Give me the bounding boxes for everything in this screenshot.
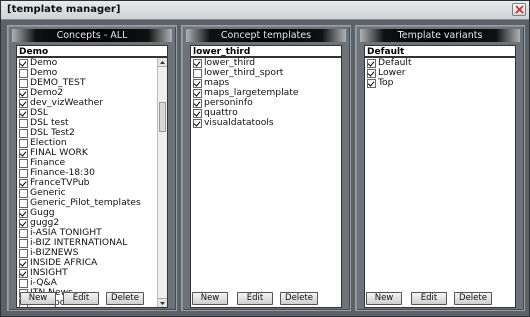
panel-header: Concept templates — [186, 29, 346, 42]
checkbox-unchecked-icon[interactable] — [19, 199, 28, 208]
templates-button-row: New Edit Delete — [182, 292, 350, 306]
concepts-button-row: New Edit Delete — [8, 292, 176, 306]
templates-list[interactable]: lower_third lower_third_sport maps maps_lar… — [190, 57, 342, 308]
checkbox-checked-icon[interactable] — [367, 69, 376, 78]
checkbox-unchecked-icon[interactable] — [19, 69, 28, 78]
checkbox-checked-icon[interactable] — [193, 119, 202, 128]
concepts-panel: Concepts - ALL Demo Demo Demo DEMO_TEST Dem… — [7, 25, 177, 311]
delete-variant-button[interactable]: Delete — [454, 292, 492, 305]
checkbox-checked-icon[interactable] — [19, 209, 28, 218]
checkbox-unchecked-icon[interactable] — [19, 229, 28, 238]
scroll-thumb[interactable] — [159, 102, 166, 132]
template-variants-panel: Template variants Default Default Lower To… — [355, 25, 525, 311]
new-variant-button[interactable]: New — [366, 292, 402, 305]
edit-template-button[interactable]: Edit — [237, 292, 273, 305]
checkbox-checked-icon[interactable] — [19, 99, 28, 108]
checkbox-unchecked-icon[interactable] — [19, 169, 28, 178]
panel-header: Concepts - ALL — [12, 29, 172, 42]
new-template-button[interactable]: New — [192, 292, 228, 305]
checkbox-unchecked-icon[interactable] — [19, 119, 28, 128]
list-item[interactable]: visualdatatools — [191, 118, 341, 128]
concepts-list[interactable]: Demo Demo DEMO_TEST Demo2 dev_vizWeather DSL D… — [16, 57, 168, 308]
checkbox-unchecked-icon[interactable] — [19, 159, 28, 168]
checkbox-unchecked-icon[interactable] — [19, 189, 28, 198]
checkbox-checked-icon[interactable] — [193, 79, 202, 88]
selected-template[interactable]: lower_third — [190, 45, 342, 57]
edit-variant-button[interactable]: Edit — [411, 292, 447, 305]
checkbox-unchecked-icon[interactable] — [193, 69, 202, 78]
close-button[interactable] — [512, 3, 526, 16]
checkbox-checked-icon[interactable] — [367, 79, 376, 88]
checkbox-checked-icon[interactable] — [367, 59, 376, 68]
title-bar: [template manager] — [1, 1, 529, 20]
window-title: [template manager] — [7, 4, 121, 15]
checkbox-checked-icon[interactable] — [19, 89, 28, 98]
concept-templates-panel: Concept templates lower_third lower_thir… — [181, 25, 351, 311]
scroll-up-button[interactable] — [158, 58, 167, 67]
list-item-label: Top — [378, 77, 394, 88]
chevron-up-icon — [160, 61, 165, 64]
list-item[interactable]: Top — [365, 78, 515, 88]
checkbox-checked-icon[interactable] — [19, 269, 28, 278]
checkbox-checked-icon[interactable] — [193, 109, 202, 118]
variants-list[interactable]: Default Lower Top — [364, 57, 516, 308]
checkbox-unchecked-icon[interactable] — [19, 249, 28, 258]
checkbox-checked-icon[interactable] — [193, 99, 202, 108]
checkbox-checked-icon[interactable] — [19, 259, 28, 268]
checkbox-checked-icon[interactable] — [19, 59, 28, 68]
checkbox-unchecked-icon[interactable] — [19, 239, 28, 248]
checkbox-checked-icon[interactable] — [19, 179, 28, 188]
new-concept-button[interactable]: New — [20, 292, 56, 305]
close-icon — [515, 5, 524, 14]
panel-header-label: Template variants — [397, 30, 483, 41]
panel-header-label: Concepts - ALL — [56, 30, 128, 41]
panel-header: Template variants — [360, 29, 520, 42]
selected-concept[interactable]: Demo — [16, 45, 168, 57]
concepts-scrollbar[interactable] — [157, 58, 167, 307]
checkbox-checked-icon[interactable] — [193, 89, 202, 98]
template-manager-window: [template manager] Concepts - ALL Demo D… — [0, 0, 530, 317]
variants-button-row: New Edit Delete — [356, 292, 524, 306]
selected-variant[interactable]: Default — [364, 45, 516, 57]
panel-header-label: Concept templates — [220, 30, 312, 41]
checkbox-checked-icon[interactable] — [193, 59, 202, 68]
checkbox-unchecked-icon[interactable] — [19, 279, 28, 288]
checkbox-checked-icon[interactable] — [19, 149, 28, 158]
edit-concept-button[interactable]: Edit — [63, 292, 99, 305]
delete-concept-button[interactable]: Delete — [106, 292, 144, 305]
checkbox-unchecked-icon[interactable] — [19, 79, 28, 88]
checkbox-unchecked-icon[interactable] — [19, 139, 28, 148]
delete-template-button[interactable]: Delete — [280, 292, 318, 305]
checkbox-checked-icon[interactable] — [19, 109, 28, 118]
checkbox-unchecked-icon[interactable] — [19, 129, 28, 138]
list-item-label: visualdatatools — [204, 117, 274, 128]
checkbox-checked-icon[interactable] — [19, 219, 28, 228]
